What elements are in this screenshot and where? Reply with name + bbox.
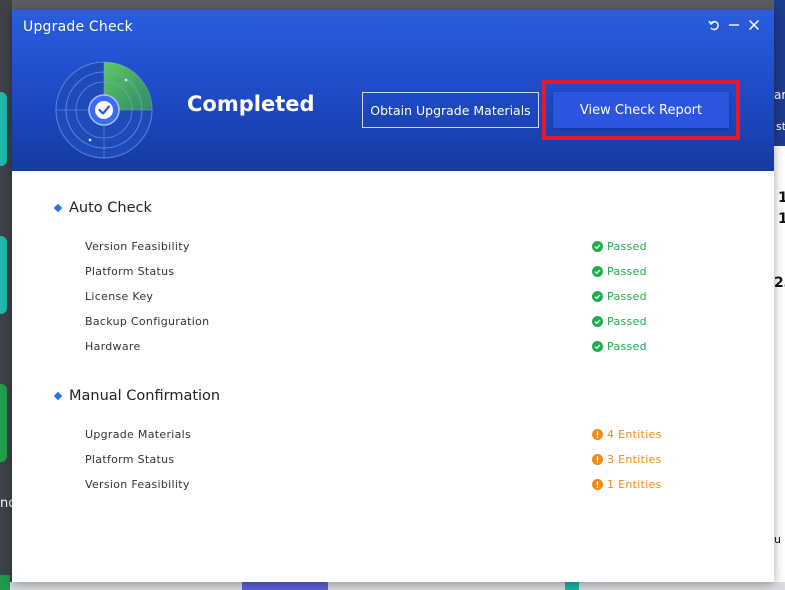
confirmation-item-status[interactable]: 4 Entities [592, 428, 662, 441]
background-text-fragment: 23 [774, 275, 785, 291]
check-circle-icon [592, 266, 603, 277]
restore-icon[interactable] [705, 16, 723, 36]
background-tile [0, 236, 7, 314]
check-item-label: Hardware [85, 340, 141, 353]
background-text-fragment: 1 [778, 190, 785, 206]
bullet-icon [53, 203, 63, 213]
check-item-label: Backup Configuration [85, 315, 210, 328]
close-icon[interactable] [745, 16, 763, 36]
radar-check-icon [55, 61, 153, 159]
background-text-fragment: ar [774, 88, 785, 102]
upgrade-check-dialog: Upgrade Check Completed Obtain Upgrade M… [12, 10, 774, 582]
bullet-icon [53, 391, 63, 401]
dialog-title: Upgrade Check [23, 19, 133, 35]
background-bottom-bar [0, 582, 785, 590]
exclamation-circle-icon [592, 454, 603, 465]
manual-confirmation-section-title: Manual Confirmation [53, 388, 220, 404]
check-item-label: Version Feasibility [85, 240, 190, 253]
check-item-label: Platform Status [85, 265, 175, 278]
background-text-fragment: 1 [778, 211, 785, 227]
check-circle-icon [592, 316, 603, 327]
check-item-status: Passed [592, 340, 647, 353]
exclamation-circle-icon [592, 479, 603, 490]
check-circle-icon [592, 341, 603, 352]
check-status: Completed [187, 92, 315, 116]
check-item-status: Passed [592, 290, 647, 303]
background-text-fragment: u [774, 533, 781, 546]
confirmation-item-status[interactable]: 3 Entities [592, 453, 662, 466]
background-tile [0, 92, 7, 166]
check-item-status: Passed [592, 240, 647, 253]
background-right-panel: ar st 1 1 23 u [774, 0, 785, 590]
check-item-label: License Key [85, 290, 154, 303]
exclamation-circle-icon [592, 429, 603, 440]
dialog-header: Upgrade Check Completed Obtain Upgrade M… [12, 10, 774, 171]
check-item-status: Passed [592, 315, 647, 328]
minimize-icon[interactable] [725, 16, 743, 36]
confirmation-item-label: Platform Status [85, 453, 175, 466]
confirmation-item-status[interactable]: 1 Entities [592, 478, 662, 491]
background-tile [0, 384, 7, 462]
check-circle-icon [592, 291, 603, 302]
check-item-status: Passed [592, 265, 647, 278]
confirmation-item-label: Version Feasibility [85, 478, 190, 491]
confirmation-item-label: Upgrade Materials [85, 428, 192, 441]
auto-check-section-title: Auto Check [53, 200, 152, 216]
background-text-fragment: st [776, 120, 785, 133]
view-check-report-button[interactable]: View Check Report [553, 92, 729, 128]
obtain-upgrade-materials-button[interactable]: Obtain Upgrade Materials [362, 92, 539, 128]
check-circle-icon [592, 241, 603, 252]
